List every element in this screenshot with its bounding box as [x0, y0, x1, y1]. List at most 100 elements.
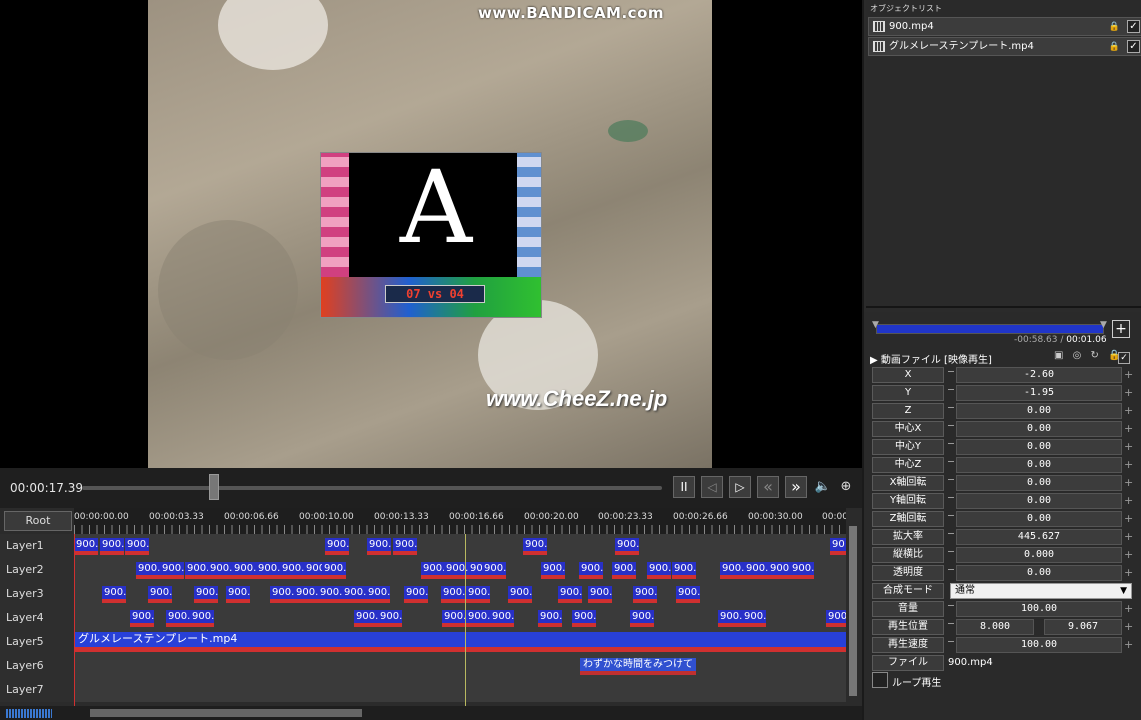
- vertical-scroll-thumb[interactable]: [849, 526, 857, 696]
- layer-name[interactable]: Layer5: [0, 630, 74, 654]
- decrement-icon[interactable]: [948, 497, 954, 498]
- speed-value[interactable]: 100.00: [956, 637, 1122, 653]
- rewind-button[interactable]: «: [757, 476, 779, 498]
- range-start-handle[interactable]: ▼: [872, 320, 879, 330]
- property-value[interactable]: 0.00: [956, 403, 1122, 419]
- text-clip[interactable]: わずかな時間をみつけて: [580, 658, 696, 675]
- section-checkbox[interactable]: ✓: [1118, 352, 1130, 364]
- timeline-clip[interactable]: 900.: [354, 610, 378, 627]
- property-value[interactable]: 445.627: [956, 529, 1122, 545]
- decrement-icon[interactable]: [948, 389, 954, 390]
- timeline-clip[interactable]: 900.: [672, 562, 696, 579]
- increment-icon[interactable]: +: [1124, 565, 1133, 581]
- timeline-clip[interactable]: 900.: [421, 562, 445, 579]
- timeline-clip[interactable]: 900.: [125, 538, 149, 555]
- property-label[interactable]: 拡大率: [872, 529, 944, 545]
- seek-slider[interactable]: [82, 486, 662, 490]
- property-value[interactable]: -2.60: [956, 367, 1122, 383]
- increment-icon[interactable]: +: [1124, 421, 1133, 437]
- layer-track[interactable]: [74, 678, 846, 702]
- increment-icon[interactable]: +: [1124, 493, 1133, 509]
- timeline-clip[interactable]: 900.: [718, 610, 742, 627]
- increment-icon[interactable]: +: [1124, 547, 1133, 563]
- volume-icon[interactable]: 🔈: [814, 478, 832, 496]
- lock-icon[interactable]: 🔒: [1109, 39, 1120, 56]
- layer-name[interactable]: Layer7: [0, 678, 74, 702]
- seek-slider-thumb[interactable]: [208, 474, 219, 500]
- timeline-clip[interactable]: 900.: [744, 562, 768, 579]
- timeline-clip[interactable]: 900.: [579, 562, 603, 579]
- timeline-clip[interactable]: 900.: [404, 586, 428, 603]
- increment-icon[interactable]: +: [1124, 511, 1133, 527]
- timeline-horizontal-scrollbar[interactable]: [0, 706, 862, 720]
- timeline-clip[interactable]: 900.: [226, 586, 250, 603]
- layer-track[interactable]: 900. 900. 900. 900. 900. 900. 900. 900. 900. 900.…: [74, 582, 846, 606]
- timeline-clip[interactable]: 900.: [194, 586, 218, 603]
- property-value[interactable]: 0.00: [956, 565, 1122, 581]
- layer-track[interactable]: グルメレーステンプレート.mp4: [74, 630, 846, 654]
- timeline-clip[interactable]: 900.: [190, 610, 214, 627]
- layer-name[interactable]: Layer1: [0, 534, 74, 558]
- range-bar[interactable]: [876, 324, 1104, 334]
- property-label[interactable]: Z: [872, 403, 944, 419]
- property-value[interactable]: 0.00: [956, 493, 1122, 509]
- zoom-icon[interactable]: ⊕: [837, 478, 855, 496]
- decrement-icon[interactable]: [948, 533, 954, 534]
- timeline-clip[interactable]: 900.: [441, 586, 465, 603]
- timeline-clip[interactable]: 900.: [482, 562, 506, 579]
- decrement-icon[interactable]: [948, 605, 954, 606]
- timeline-clip[interactable]: 900.: [523, 538, 547, 555]
- increment-icon[interactable]: +: [1124, 403, 1133, 419]
- timeline-clip[interactable]: 900.: [442, 610, 466, 627]
- timeline-clip[interactable]: 900.: [325, 538, 349, 555]
- timeline-clip[interactable]: 900.: [615, 538, 639, 555]
- timeline-clip[interactable]: 90: [830, 538, 846, 555]
- layer-name[interactable]: Layer6: [0, 654, 74, 678]
- property-label[interactable]: Y: [872, 385, 944, 401]
- timeline-clip[interactable]: 900.: [102, 586, 126, 603]
- volume-value[interactable]: 100.00: [956, 601, 1122, 617]
- property-label[interactable]: X: [872, 367, 944, 383]
- timeline-clip[interactable]: 900.: [367, 538, 391, 555]
- timeline-clip[interactable]: 900.: [538, 610, 562, 627]
- timeline-clip[interactable]: 900.: [136, 562, 160, 579]
- add-button[interactable]: +: [1112, 320, 1130, 338]
- property-value[interactable]: 0.00: [956, 511, 1122, 527]
- layer-name[interactable]: Layer3: [0, 582, 74, 606]
- fast-forward-button[interactable]: »: [785, 476, 807, 498]
- section-header[interactable]: ▶ 動画ファイル [映像再生]: [870, 351, 992, 366]
- next-frame-button[interactable]: ▷: [729, 476, 751, 498]
- timeline-clip[interactable]: 900.: [508, 586, 532, 603]
- horizontal-scroll-thumb[interactable]: [90, 709, 362, 717]
- decrement-icon[interactable]: [948, 443, 954, 444]
- decrement-icon[interactable]: [948, 515, 954, 516]
- lock-icon[interactable]: 🔒: [1109, 19, 1120, 36]
- timeline-clip[interactable]: 900.: [322, 562, 346, 579]
- timeline-clip[interactable]: 900.: [630, 610, 654, 627]
- loop-checkbox[interactable]: [872, 672, 888, 688]
- timeline-clip[interactable]: 900.: [633, 586, 657, 603]
- property-label[interactable]: 縦横比: [872, 547, 944, 563]
- layer-name[interactable]: Layer2: [0, 558, 74, 582]
- playhead[interactable]: [465, 534, 466, 706]
- timeline-clip[interactable]: 900.: [74, 538, 98, 555]
- file-label[interactable]: ファイル: [872, 655, 944, 671]
- timeline-clip[interactable]: 900.: [588, 586, 612, 603]
- timeline-clip[interactable]: 900.: [232, 562, 256, 579]
- increment-icon[interactable]: +: [1124, 619, 1133, 635]
- property-value[interactable]: 0.00: [956, 475, 1122, 491]
- property-value[interactable]: 0.000: [956, 547, 1122, 563]
- blend-mode-select[interactable]: 通常 ▼: [950, 583, 1132, 599]
- playpos-end-value[interactable]: 9.067: [1044, 619, 1122, 635]
- decrement-icon[interactable]: [948, 623, 954, 624]
- timeline-clip[interactable]: 900.: [647, 562, 671, 579]
- root-button[interactable]: Root: [4, 511, 72, 531]
- timeline-clip[interactable]: 900.: [393, 538, 417, 555]
- layer-track[interactable]: 900. 900. 900. 900. 900. 900. 900. 900. 900. 900.…: [74, 558, 846, 582]
- decrement-icon[interactable]: [948, 371, 954, 372]
- timeline-clip[interactable]: 900.: [720, 562, 744, 579]
- timeline-clip[interactable]: 900.: [742, 610, 766, 627]
- property-label[interactable]: Y軸回転: [872, 493, 944, 509]
- decrement-icon[interactable]: [948, 461, 954, 462]
- decrement-icon[interactable]: [948, 569, 954, 570]
